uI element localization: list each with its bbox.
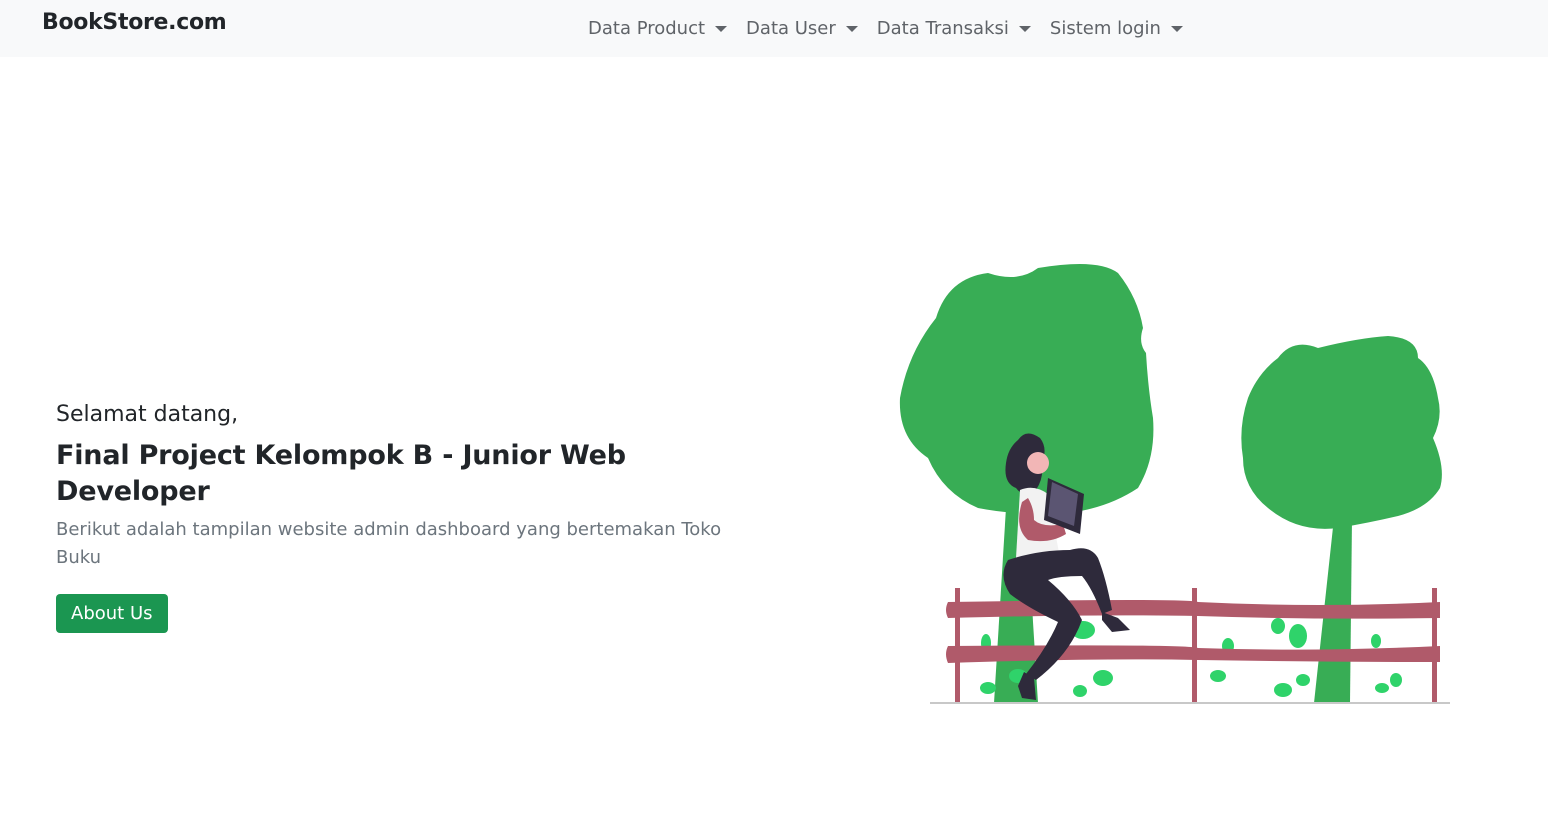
brand-logo[interactable]: BookStore.com: [42, 10, 227, 35]
nav-item-label: Sistem login: [1049, 18, 1161, 39]
woman-reading-illustration: [899, 264, 1450, 704]
hero-title: Final Project Kelompok B - Junior Web De…: [56, 440, 626, 507]
caret-down-icon: [715, 25, 728, 32]
caret-down-icon: [1018, 25, 1031, 32]
about-us-button[interactable]: About Us: [56, 594, 168, 633]
navbar: BookStore.com Data Product Data User Dat…: [0, 0, 1548, 57]
caret-down-icon: [1170, 25, 1183, 32]
nav-item-label: Data Product: [588, 18, 706, 39]
caret-down-icon: [845, 25, 858, 32]
nav-item-label: Data Transaksi: [876, 18, 1009, 39]
nav-menu: Data Product Data User Data Transaksi Si…: [588, 0, 1202, 57]
nav-item-label: Data User: [746, 18, 836, 39]
nav-dropdown-data-transaksi[interactable]: Data Transaksi: [877, 18, 1031, 39]
hero-section: Selamat datang, Final Project Kelompok B…: [56, 398, 776, 633]
hero-description: Berikut adalah tampilan website admin da…: [56, 519, 722, 568]
nav-dropdown-data-user[interactable]: Data User: [746, 18, 858, 39]
right-tree-canopy: [1241, 336, 1442, 529]
nav-dropdown-sistem-login[interactable]: Sistem login: [1050, 18, 1183, 39]
hero-greeting: Selamat datang,: [56, 402, 239, 427]
nav-dropdown-data-product[interactable]: Data Product: [588, 18, 728, 39]
